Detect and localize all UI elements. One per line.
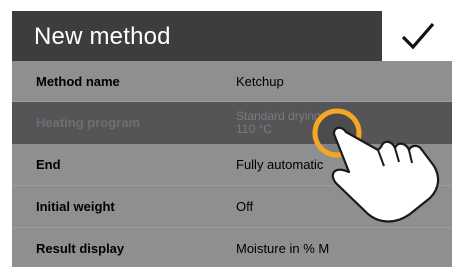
row-label: Initial weight [36, 199, 115, 214]
page-title: New method [34, 23, 171, 50]
row-value: Standard drying 110 °C [236, 110, 321, 136]
row-label: Method name [36, 74, 120, 89]
header-bar: New method [12, 11, 452, 61]
confirm-button[interactable] [380, 11, 452, 61]
row-label: Heating program [36, 115, 141, 130]
row-label: End [36, 157, 61, 172]
row-method-name[interactable]: Method name Ketchup [12, 61, 452, 102]
settings-list: Method name Ketchup Heating program Stan… [12, 61, 452, 267]
row-heating-program[interactable]: Heating program Standard drying 110 °C [12, 102, 452, 144]
row-value: Fully automatic [236, 157, 324, 172]
row-value: Ketchup [236, 74, 284, 89]
checkmark-icon [401, 22, 435, 50]
row-result-display[interactable]: Result display Moisture in % M [12, 228, 452, 267]
row-value: Moisture in % M [236, 241, 330, 256]
row-value-line1: Standard drying [236, 109, 321, 123]
device-screen: New method Method name Ketchup Heating p… [12, 11, 452, 267]
row-value-line2: 110 °C [236, 122, 272, 136]
row-value: Off [236, 199, 254, 214]
row-initial-weight[interactable]: Initial weight Off [12, 186, 452, 228]
row-label: Result display [36, 241, 125, 256]
row-end[interactable]: End Fully automatic [12, 144, 452, 186]
